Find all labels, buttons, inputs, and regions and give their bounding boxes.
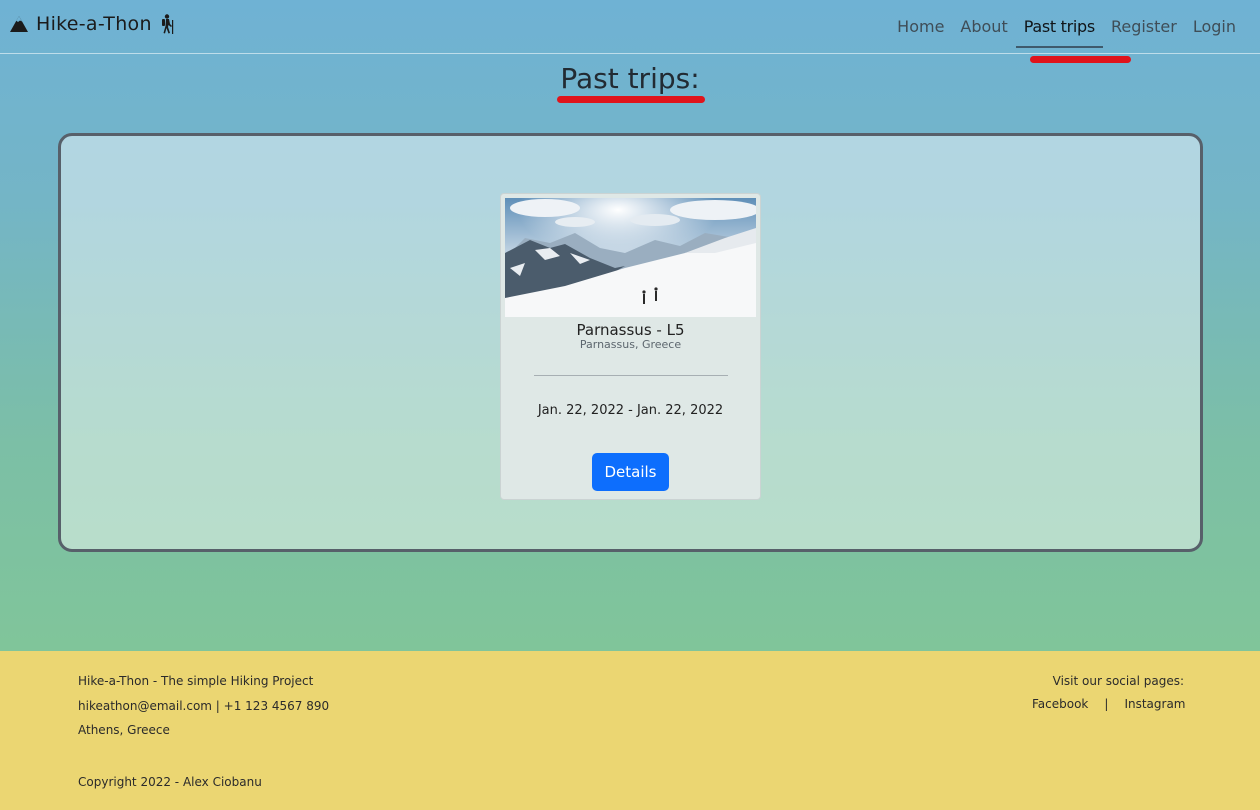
nav-menu: Home About Past trips Register Login: [889, 0, 1244, 54]
trip-dates: Jan. 22, 2022 - Jan. 22, 2022: [537, 403, 724, 418]
footer-social-links: Facebook | Instagram: [1032, 697, 1186, 711]
trip-image: [505, 198, 756, 317]
nav-login[interactable]: Login: [1185, 3, 1244, 51]
social-separator: |: [1104, 697, 1109, 711]
trip-card: Parnassus - L5 Parnassus, Greece Jan. 22…: [500, 193, 761, 500]
nav-about[interactable]: About: [952, 3, 1015, 51]
annotation-underline-title: [557, 96, 705, 103]
footer-project-name: Hike-a-Thon - The simple Hiking Project: [78, 674, 314, 688]
facebook-link[interactable]: Facebook: [1032, 697, 1088, 711]
brand-link[interactable]: Hike-a-Thon: [9, 11, 175, 37]
nav-register[interactable]: Register: [1103, 3, 1185, 51]
footer-address: Athens, Greece: [78, 723, 170, 737]
page-title: Past trips:: [560, 62, 700, 95]
hiker-icon: [161, 14, 174, 34]
trip-title: Parnassus - L5: [576, 321, 685, 339]
mountain-icon: [10, 16, 28, 32]
footer: Hike-a-Thon - The simple Hiking Project …: [0, 651, 1260, 810]
card-divider: [534, 375, 728, 376]
footer-info: Hike-a-Thon - The simple Hiking Project …: [78, 674, 329, 748]
nav-home[interactable]: Home: [889, 3, 952, 51]
footer-contact: hikeathon@email.com | +1 123 4567 890: [78, 698, 330, 713]
footer-copyright: Copyright 2022 - Alex Ciobanu: [78, 775, 262, 789]
brand-name: Hike-a-Thon: [36, 13, 152, 35]
nav-past-trips[interactable]: Past trips: [1015, 3, 1104, 51]
snow-mountain-photo: [505, 198, 756, 317]
details-button[interactable]: Details: [592, 453, 669, 491]
footer-social-heading: Visit our social pages:: [1052, 674, 1184, 688]
instagram-link[interactable]: Instagram: [1124, 697, 1185, 711]
trip-location: Parnassus, Greece: [579, 338, 682, 351]
navbar: Hike-a-Thon Home About Past trips Regist…: [0, 0, 1260, 54]
